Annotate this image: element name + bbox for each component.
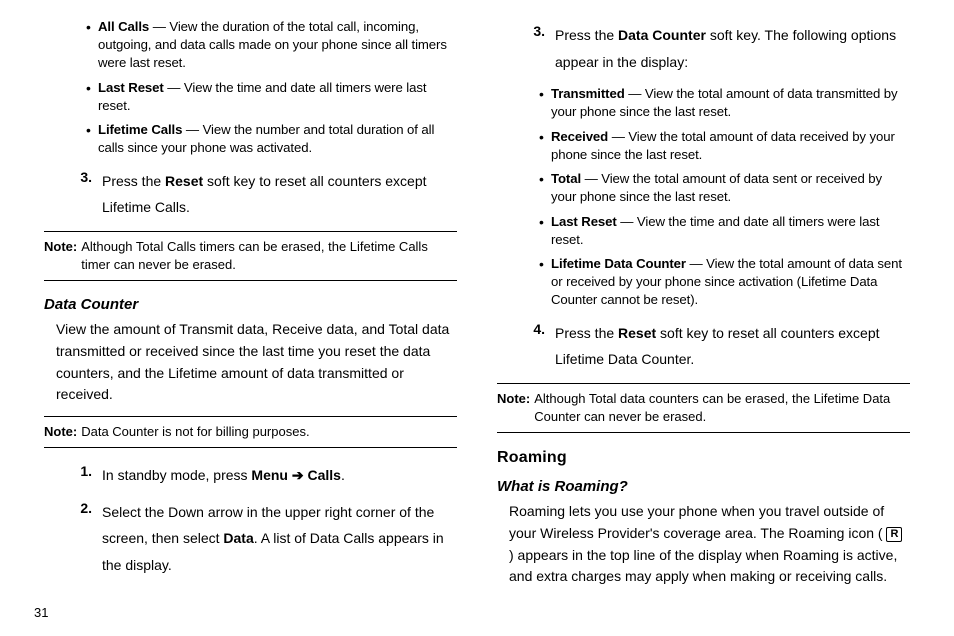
text-bold: Calls [308, 467, 341, 483]
text-bold: Reset [165, 173, 203, 189]
page-number: 31 [34, 604, 48, 622]
step-item: 3. Press the Data Counter soft key. The … [521, 22, 910, 75]
bullet-desc: — View the total amount of data sent or … [551, 171, 882, 204]
step-number: 1. [68, 462, 102, 489]
text-bold: Data Counter [618, 27, 706, 43]
step-item: 3. Press the Reset soft key to reset all… [68, 168, 457, 221]
step-text: Select the Down arrow in the upper right… [102, 499, 457, 579]
bullet-glyph: • [539, 128, 551, 164]
step-text: Press the Reset soft key to reset all co… [102, 168, 457, 221]
section-heading-roaming: Roaming [497, 447, 910, 469]
section-intro: Roaming lets you use your phone when you… [509, 501, 910, 588]
bullet-term: All Calls [98, 19, 149, 34]
bullet-item: • Lifetime Calls — View the number and t… [86, 121, 457, 157]
bullet-item: • Last Reset — View the time and date al… [86, 79, 457, 115]
bullet-glyph: • [539, 170, 551, 206]
note-label: Note: [497, 390, 534, 426]
text-bold: Data [223, 530, 253, 546]
bullet-term: Last Reset [98, 80, 164, 95]
left-column: • All Calls — View the duration of the t… [30, 12, 477, 624]
text: ) appears in the top line of the display… [509, 547, 897, 585]
section-heading-data-counter: Data Counter [44, 295, 457, 316]
text: . [341, 467, 345, 483]
bullet-item: • All Calls — View the duration of the t… [86, 18, 457, 73]
bullet-term: Received [551, 129, 608, 144]
text: In standby mode, press [102, 467, 251, 483]
bullet-glyph: • [86, 79, 98, 115]
step-number: 2. [68, 499, 102, 579]
step-number: 4. [521, 320, 555, 373]
bullet-text: Total — View the total amount of data se… [551, 170, 910, 206]
note-label: Note: [44, 423, 81, 441]
bullet-item: • Received — View the total amount of da… [539, 128, 910, 164]
right-column: 3. Press the Data Counter soft key. The … [477, 12, 924, 624]
step-number: 3. [68, 168, 102, 221]
bullet-glyph: • [539, 85, 551, 121]
step-text: Press the Data Counter soft key. The fol… [555, 22, 910, 75]
bullet-text: Lifetime Calls — View the number and tot… [98, 121, 457, 157]
bullet-text: All Calls — View the duration of the tot… [98, 18, 457, 73]
note-box: Note: Although Total Calls timers can be… [44, 231, 457, 281]
bullet-text: Last Reset — View the time and date all … [98, 79, 457, 115]
bullet-item: • Transmitted — View the total amount of… [539, 85, 910, 121]
bullet-text: Transmitted — View the total amount of d… [551, 85, 910, 121]
note-box: Note: Although Total data counters can b… [497, 383, 910, 433]
arrow-icon: ➔ [288, 467, 308, 483]
note-label: Note: [44, 238, 81, 274]
note-text: Data Counter is not for billing purposes… [81, 423, 457, 441]
step-text: In standby mode, press Menu ➔ Calls. [102, 462, 457, 489]
bullet-glyph: • [539, 213, 551, 249]
bullet-item: • Lifetime Data Counter — View the total… [539, 255, 910, 310]
bullet-text: Last Reset — View the time and date all … [551, 213, 910, 249]
text: Press the [555, 325, 618, 341]
bullet-glyph: • [539, 255, 551, 310]
step-item: 1. In standby mode, press Menu ➔ Calls. [68, 462, 457, 489]
note-text: Although Total data counters can be eras… [534, 390, 910, 426]
bullet-term: Lifetime Data Counter [551, 256, 686, 271]
bullet-text: Received — View the total amount of data… [551, 128, 910, 164]
bullet-glyph: • [86, 121, 98, 157]
section-intro: View the amount of Transmit data, Receiv… [56, 319, 457, 406]
bullet-desc: — View the duration of the total call, i… [98, 19, 447, 70]
step-text: Press the Reset soft key to reset all co… [555, 320, 910, 373]
manual-page: • All Calls — View the duration of the t… [0, 0, 954, 636]
step-item: 4. Press the Reset soft key to reset all… [521, 320, 910, 373]
step-number: 3. [521, 22, 555, 75]
bullet-item: • Last Reset — View the time and date al… [539, 213, 910, 249]
subsection-heading-what-is-roaming: What is Roaming? [497, 477, 910, 498]
step-item: 2. Select the Down arrow in the upper ri… [68, 499, 457, 579]
bullet-term: Last Reset [551, 214, 617, 229]
note-text: Although Total Calls timers can be erase… [81, 238, 457, 274]
text: Press the [555, 27, 618, 43]
bullet-term: Lifetime Calls [98, 122, 182, 137]
bullet-text: Lifetime Data Counter — View the total a… [551, 255, 910, 310]
text: Roaming lets you use your phone when you… [509, 503, 884, 541]
bullet-item: • Total — View the total amount of data … [539, 170, 910, 206]
bullet-term: Transmitted [551, 86, 625, 101]
text: Press the [102, 173, 165, 189]
text-bold: Reset [618, 325, 656, 341]
bullet-glyph: • [86, 18, 98, 73]
text-bold: Menu [251, 467, 288, 483]
roaming-icon: R [886, 527, 902, 542]
bullet-term: Total [551, 171, 581, 186]
note-box: Note: Data Counter is not for billing pu… [44, 416, 457, 448]
